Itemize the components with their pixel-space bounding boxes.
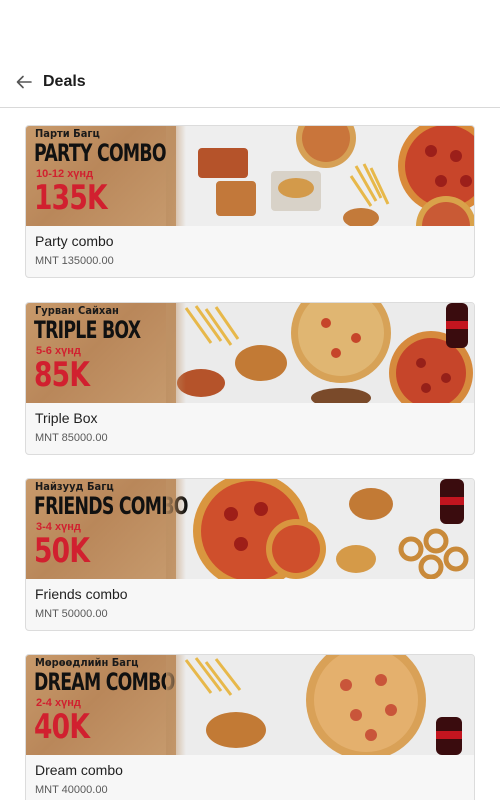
deal-price: MNT 40000.00 [35, 784, 108, 796]
promo-price: 85K [34, 355, 90, 395]
deal-card-friends-combo[interactable]: Найзууд Багц FRIENDS COMBO 3-4 хүнд 50K … [25, 478, 475, 631]
deals-list[interactable]: Парти Багц PARTY COMBO 10-12 хүнд 135K P… [0, 108, 500, 800]
deal-banner: Найзууд Багц FRIENDS COMBO 3-4 хүнд 50K [26, 479, 474, 579]
deal-banner: Парти Багц PARTY COMBO 10-12 хүнд 135K [26, 126, 474, 226]
promo-price: 50K [34, 531, 90, 571]
arrow-left-icon [16, 75, 32, 89]
page-title: Deals [43, 73, 86, 90]
promo-panel: Мөрөөдлийн Багц DREAM COMBO 2-4 хүнд 40K [26, 655, 186, 755]
deal-title: Dream combo [35, 762, 123, 778]
promo-panel: Найзууд Багц FRIENDS COMBO 3-4 хүнд 50K [26, 479, 188, 579]
deal-title: Friends combo [35, 586, 128, 602]
promo-panel: Парти Багц PARTY COMBO 10-12 хүнд 135K [26, 126, 186, 226]
deal-title: Party combo [35, 233, 114, 249]
deal-banner: Мөрөөдлийн Багц DREAM COMBO 2-4 хүнд 40K [26, 655, 474, 755]
promo-price: 40K [34, 707, 90, 747]
promo-name: PARTY COMBO [34, 139, 167, 167]
deal-price: MNT 50000.00 [35, 608, 108, 620]
back-button[interactable] [12, 70, 36, 94]
deal-title: Triple Box [35, 410, 98, 426]
deal-card-triple-box[interactable]: Гурван Сайхан TRIPLE BOX 5-6 хүнд 85K Tr… [25, 302, 475, 455]
promo-price: 135K [34, 178, 108, 218]
promo-name: DREAM COMBO [34, 668, 175, 696]
deal-card-dream-combo[interactable]: Мөрөөдлийн Багц DREAM COMBO 2-4 хүнд 40K… [25, 654, 475, 800]
app-header: Deals [0, 56, 500, 108]
promo-panel: Гурван Сайхан TRIPLE BOX 5-6 хүнд 85K [26, 303, 186, 403]
deal-banner: Гурван Сайхан TRIPLE BOX 5-6 хүнд 85K [26, 303, 474, 403]
deal-price: MNT 85000.00 [35, 432, 108, 444]
deal-price: MNT 135000.00 [35, 255, 114, 267]
promo-name: FRIENDS COMBO [34, 492, 188, 520]
promo-name: TRIPLE BOX [34, 316, 141, 344]
deal-card-party-combo[interactable]: Парти Багц PARTY COMBO 10-12 хүнд 135K P… [25, 125, 475, 278]
